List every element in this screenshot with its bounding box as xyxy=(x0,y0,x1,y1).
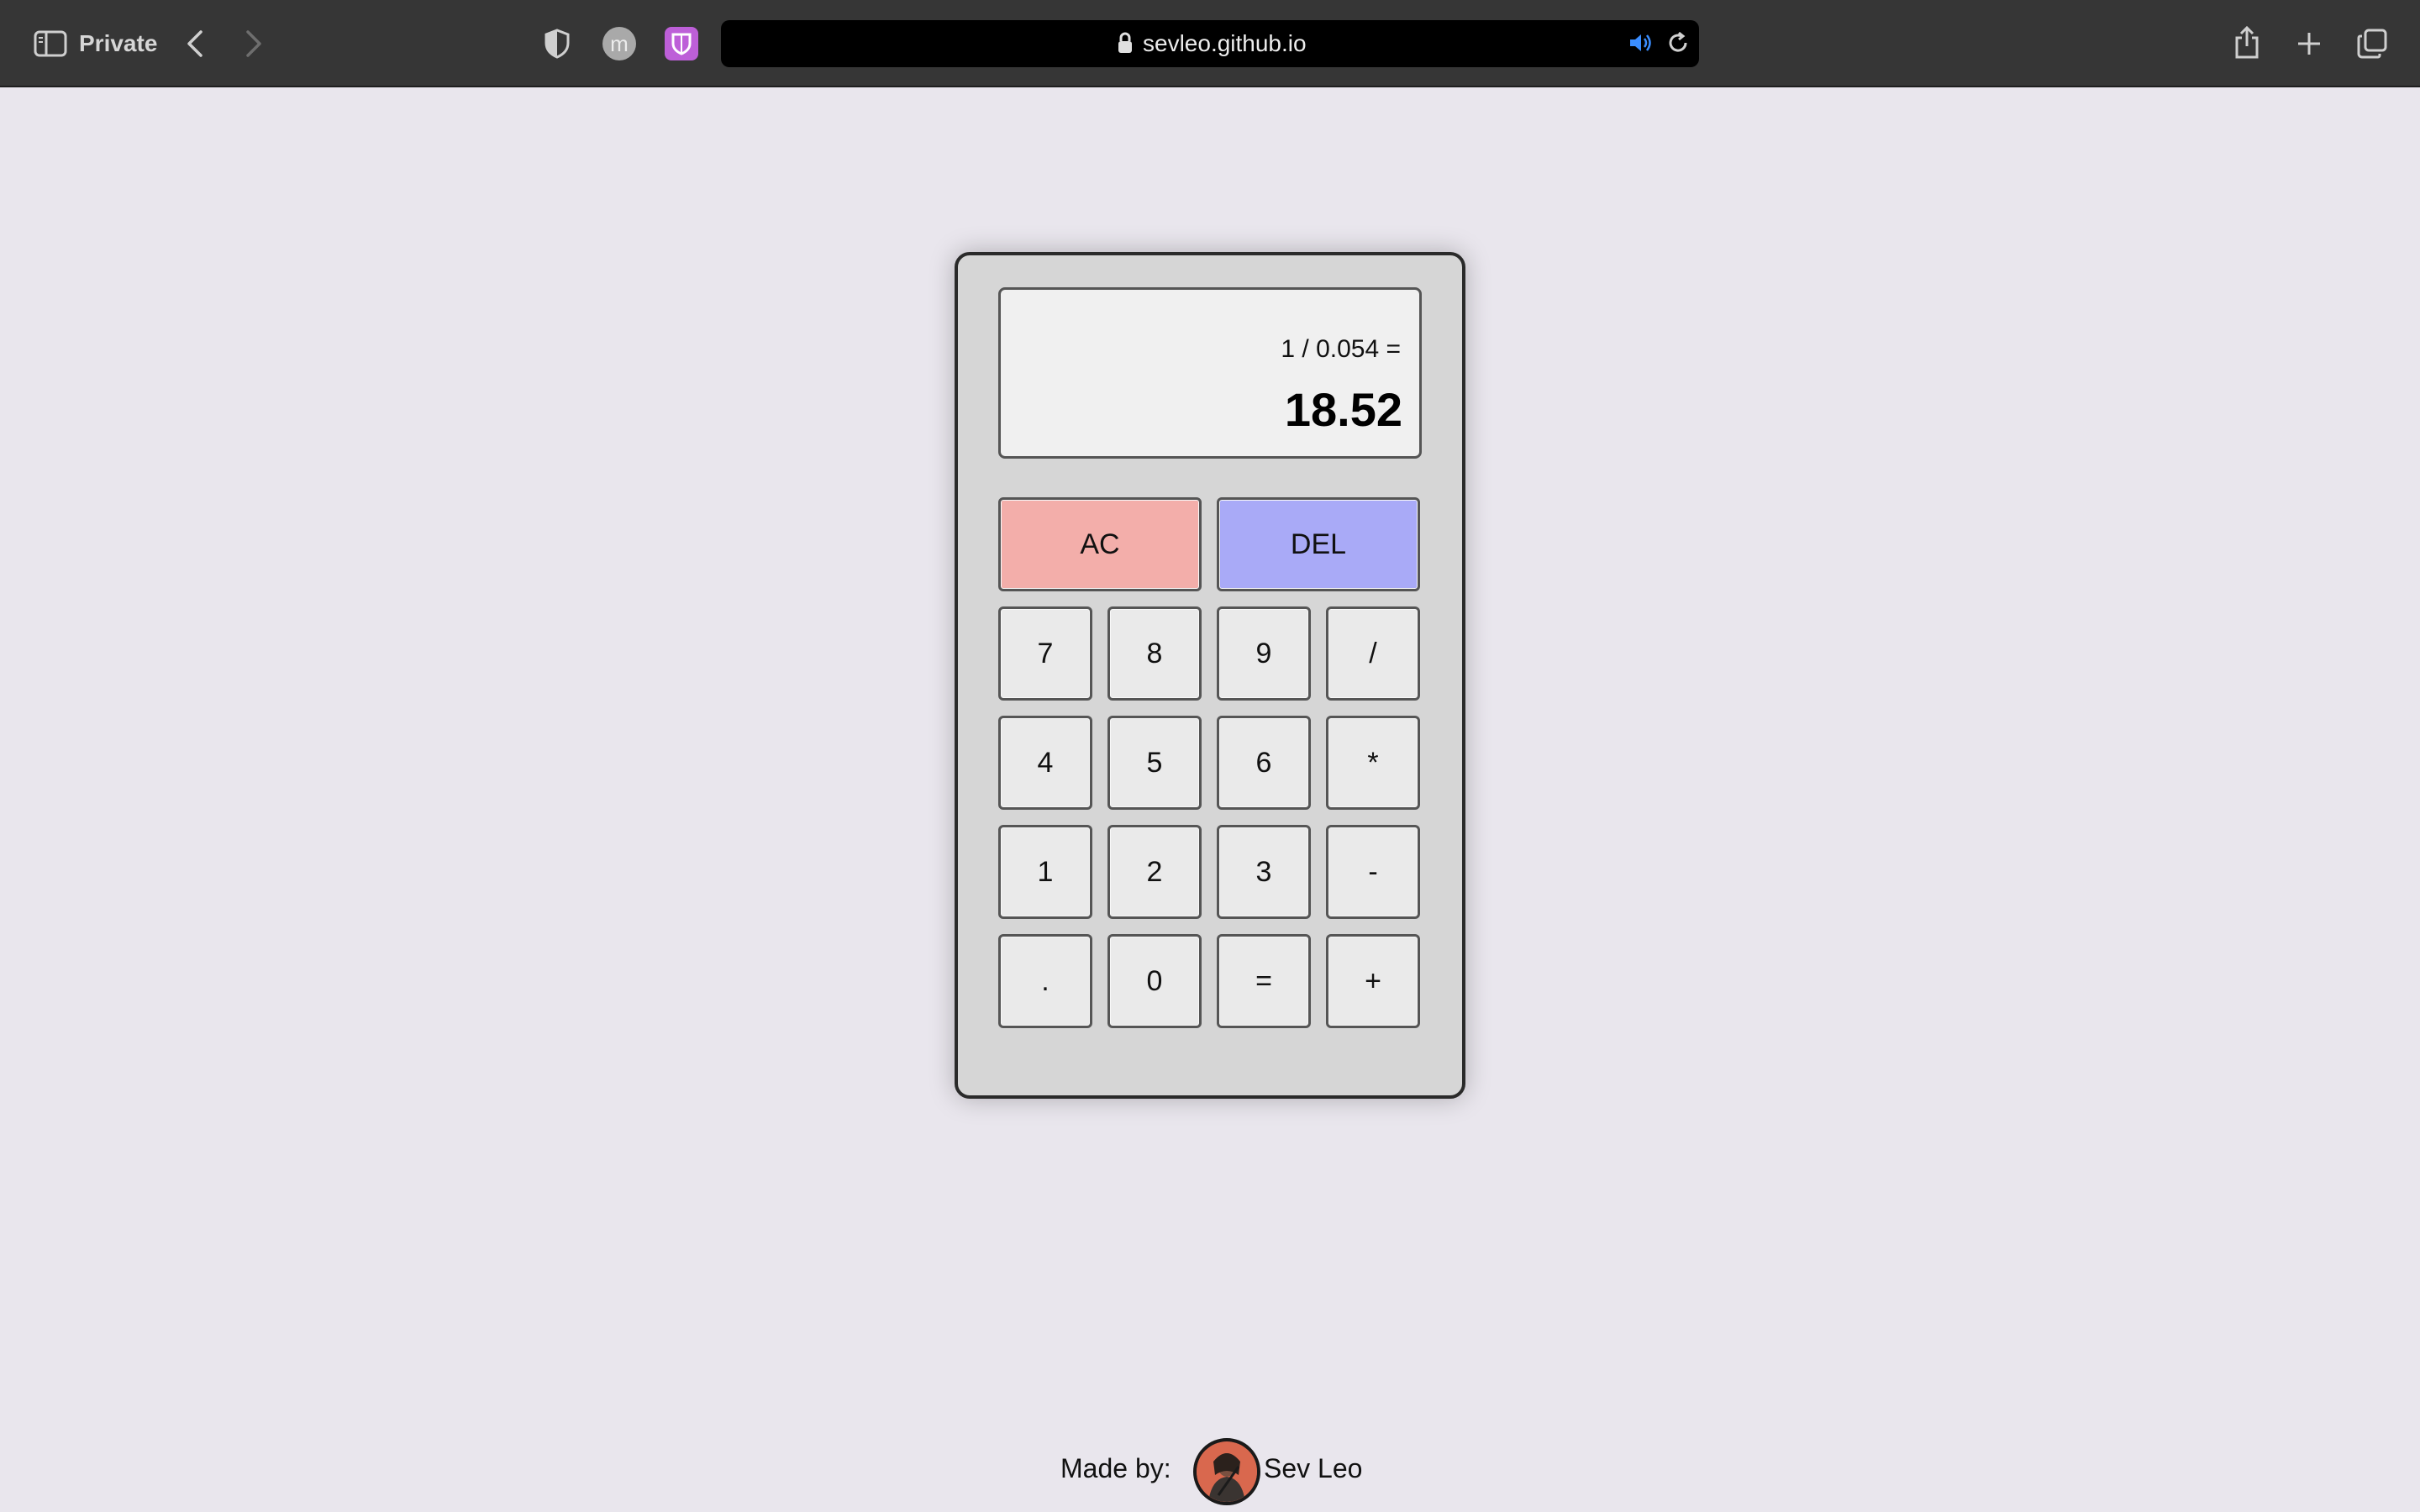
digit-5-button[interactable]: 5 xyxy=(1107,716,1202,810)
browser-toolbar: Private m sevleo.github.io xyxy=(0,0,2420,87)
digit-9-button[interactable]: 9 xyxy=(1217,606,1311,701)
previous-operand: 1 / 0.054 = xyxy=(1281,335,1401,363)
digit-6-button[interactable]: 6 xyxy=(1217,716,1311,810)
new-tab-icon[interactable] xyxy=(2292,25,2326,62)
forward-button[interactable] xyxy=(239,25,269,62)
reload-icon[interactable] xyxy=(1664,29,1692,57)
privacy-shield-icon[interactable] xyxy=(541,27,573,60)
profile-avatar[interactable]: m xyxy=(602,27,636,60)
tab-overview-icon[interactable] xyxy=(2354,25,2390,62)
url-text[interactable]: sevleo.github.io xyxy=(1143,25,1307,62)
digit-8-button[interactable]: 8 xyxy=(1107,606,1202,701)
equals-button[interactable]: = xyxy=(1217,934,1311,1028)
delete-button[interactable]: DEL xyxy=(1217,497,1420,591)
digit-7-button[interactable]: 7 xyxy=(998,606,1092,701)
add-button[interactable]: + xyxy=(1326,934,1420,1028)
digit-1-button[interactable]: 1 xyxy=(998,825,1092,919)
digit-3-button[interactable]: 3 xyxy=(1217,825,1311,919)
back-button[interactable] xyxy=(180,25,210,62)
extension-shield-icon[interactable] xyxy=(665,27,698,60)
audio-playing-icon[interactable] xyxy=(1627,29,1655,57)
current-operand: 18.52 xyxy=(1284,383,1402,436)
share-icon[interactable] xyxy=(2230,24,2264,62)
lock-icon xyxy=(1118,32,1133,55)
digit-2-button[interactable]: 2 xyxy=(1107,825,1202,919)
calculator-display: 1 / 0.054 = 18.52 xyxy=(998,287,1422,459)
multiply-button[interactable]: * xyxy=(1326,716,1420,810)
author-name-link[interactable]: Sev Leo xyxy=(1264,1453,1362,1484)
digit-4-button[interactable]: 4 xyxy=(998,716,1092,810)
author-avatar[interactable] xyxy=(1193,1438,1260,1505)
decimal-point-button[interactable]: . xyxy=(998,934,1092,1028)
all-clear-button[interactable]: AC xyxy=(998,497,1202,591)
sidebar-toggle-icon[interactable] xyxy=(34,29,67,59)
private-mode-label: Private xyxy=(79,30,158,56)
made-by-label: Made by: xyxy=(1060,1453,1171,1483)
subtract-button[interactable]: - xyxy=(1326,825,1420,919)
divide-button[interactable]: / xyxy=(1326,606,1420,701)
digit-0-button[interactable]: 0 xyxy=(1107,934,1202,1028)
